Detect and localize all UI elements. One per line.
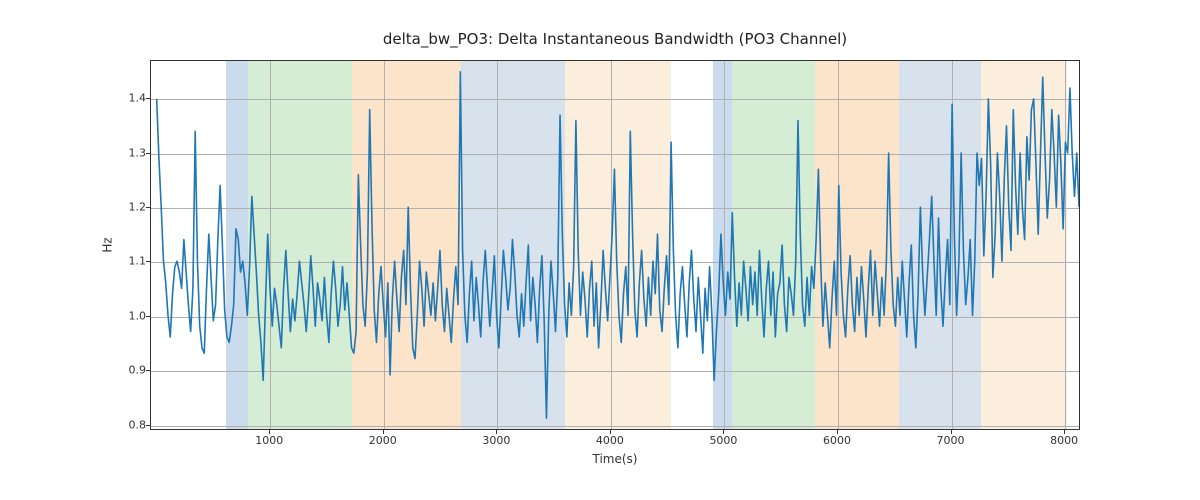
x-tick-label: 4000 (596, 434, 624, 447)
y-tick (146, 98, 150, 99)
x-tick-label: 3000 (482, 434, 510, 447)
y-tick-label: 1.1 (118, 255, 146, 268)
x-tick-label: 1000 (255, 434, 283, 447)
x-tick-label: 7000 (937, 434, 965, 447)
plot-area (150, 60, 1080, 430)
y-tick (146, 425, 150, 426)
chart-title: delta_bw_PO3: Delta Instantaneous Bandwi… (150, 30, 1080, 48)
x-tick-label: 2000 (369, 434, 397, 447)
x-tick-label: 6000 (823, 434, 851, 447)
y-tick (146, 207, 150, 208)
y-tick (146, 316, 150, 317)
y-tick-label: 1.2 (118, 200, 146, 213)
x-tick-label: 5000 (709, 434, 737, 447)
y-tick-label: 1.0 (118, 309, 146, 322)
line-layer (151, 61, 1079, 429)
y-tick (146, 153, 150, 154)
data-line (157, 72, 1079, 418)
y-tick-label: 0.8 (118, 418, 146, 431)
y-tick-label: 1.3 (118, 146, 146, 159)
y-tick (146, 370, 150, 371)
y-tick (146, 261, 150, 262)
x-axis-label: Time(s) (150, 452, 1080, 466)
y-tick-label: 1.4 (118, 92, 146, 105)
y-axis-label: Hz (98, 60, 118, 430)
figure: delta_bw_PO3: Delta Instantaneous Bandwi… (0, 0, 1200, 500)
y-tick-label: 0.9 (118, 364, 146, 377)
x-tick-label: 8000 (1050, 434, 1078, 447)
